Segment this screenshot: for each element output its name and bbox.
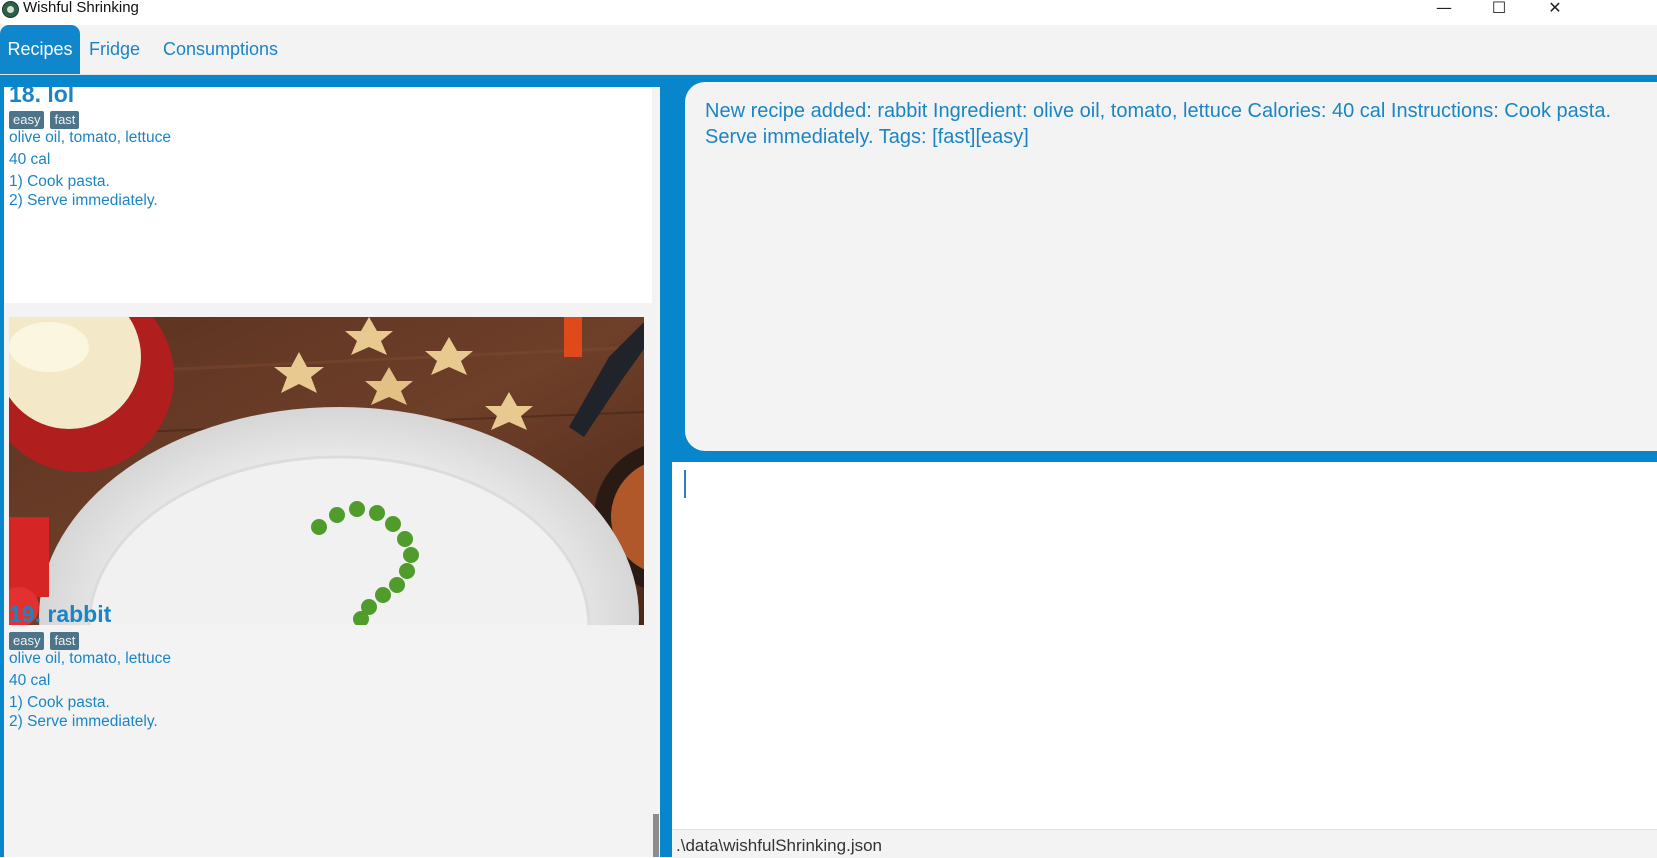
tag-badge: fast (50, 632, 80, 650)
tab-recipes[interactable]: Recipes (0, 25, 80, 74)
recipe-list[interactable]: 18. lol easy fast olive oil, tomato, lett… (4, 87, 660, 857)
recipe-calories: 40 cal (9, 151, 51, 168)
recipe-ingredients: olive oil, tomato, lettuce (9, 650, 171, 667)
tag-badge: fast (50, 111, 80, 129)
recipe-title: 19. rabbit (9, 601, 112, 627)
data-file-path: .\data\wishfulShrinking.json (676, 836, 883, 855)
command-input[interactable] (672, 462, 1657, 829)
minimize-button[interactable]: — (1421, 0, 1467, 22)
result-display: New recipe added: rabbit Ingredient: oli… (685, 82, 1657, 451)
list-scrollbar[interactable] (652, 87, 660, 857)
recipe-step: 1) Cook pasta. (9, 173, 110, 190)
tag-badge: easy (9, 111, 45, 129)
app-logo-icon (2, 1, 19, 18)
recipe-step: 2) Serve immediately. (9, 192, 158, 209)
window-title: Wishful Shrinking (23, 0, 139, 16)
recipe-ingredients: olive oil, tomato, lettuce (9, 129, 171, 146)
recipe-step: 1) Cook pasta. (9, 694, 110, 711)
text-caret (684, 470, 686, 498)
title-bar: Wishful Shrinking — ☐ ✕ (0, 0, 1657, 25)
result-message: New recipe added: rabbit Ingredient: oli… (705, 100, 1612, 148)
main-panel: 18. lol easy fast olive oil, tomato, lett… (0, 75, 1657, 858)
recipe-tags: easy fast (9, 632, 85, 650)
tag-badge: easy (9, 632, 45, 650)
tab-consumptions[interactable]: Consumptions (161, 25, 280, 74)
recipe-calories: 40 cal (9, 672, 51, 689)
status-bar: .\data\wishfulShrinking.json (672, 829, 1657, 858)
recipe-image (9, 317, 644, 625)
recipe-step: 2) Serve immediately. (9, 713, 158, 730)
scrollbar-thumb[interactable] (653, 814, 659, 857)
recipe-title: 18. lol (9, 87, 75, 107)
tab-bar: Recipes Fridge Consumptions (0, 25, 1657, 75)
tab-fridge[interactable]: Fridge (87, 25, 142, 74)
recipe-card[interactable]: 18. lol easy fast olive oil, tomato, lett… (4, 87, 652, 303)
close-button[interactable]: ✕ (1532, 0, 1578, 22)
recipe-card[interactable]: 19. rabbit easy fast olive oil, tomato, l… (4, 311, 652, 857)
recipe-tags: easy fast (9, 111, 85, 129)
maximize-button[interactable]: ☐ (1476, 0, 1522, 22)
